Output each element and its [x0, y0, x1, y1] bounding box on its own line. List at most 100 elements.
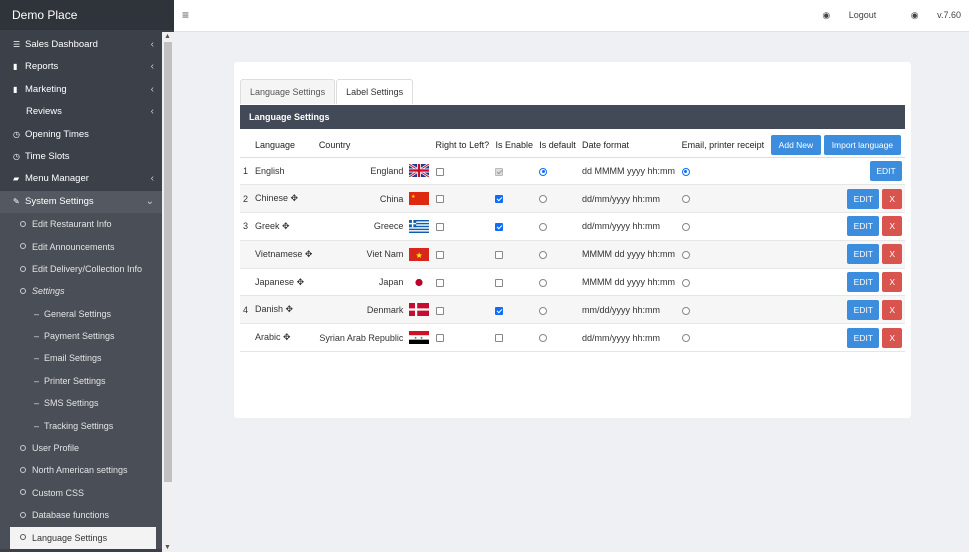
- default-radio[interactable]: [539, 223, 548, 232]
- sidebar-scrollbar[interactable]: ▲ ▼: [162, 32, 174, 552]
- header-rtl: Right to Left?: [432, 133, 493, 158]
- sidebar-subitem-custom-css[interactable]: Custom CSS: [0, 482, 162, 504]
- logout-link[interactable]: ◉ Logout: [806, 10, 876, 20]
- sidebar-subitem-sms-settings[interactable]: – SMS Settings: [0, 392, 162, 414]
- edit-button[interactable]: EDIT: [847, 188, 880, 209]
- delete-button[interactable]: X: [882, 327, 902, 348]
- default-radio[interactable]: [539, 278, 548, 287]
- date-format-cell: dd/mm/yyyy hh:mm: [579, 184, 679, 214]
- edit-button[interactable]: EDIT: [870, 160, 902, 181]
- move-icon[interactable]: ✥: [286, 304, 294, 314]
- country-cell: Greece: [315, 212, 407, 241]
- rtl-checkbox[interactable]: [435, 167, 444, 176]
- edit-button[interactable]: EDIT: [847, 299, 880, 320]
- edit-button[interactable]: EDIT: [847, 272, 880, 293]
- sidebar-subitem-printer-settings[interactable]: – Printer Settings: [0, 370, 162, 392]
- header-country: Country: [315, 133, 407, 158]
- sidebar-item-menu-manager[interactable]: ▰ Menu Manager ‹: [0, 168, 162, 190]
- sidebar-item-reports[interactable]: ▮ Reports ‹: [0, 56, 162, 78]
- rtl-checkbox[interactable]: [435, 250, 444, 259]
- sidebar-subitem-edit-restaurant-info[interactable]: Edit Restaurant Info: [0, 213, 162, 235]
- scroll-down-icon[interactable]: ▼: [164, 544, 171, 551]
- sidebar-subitem-general-settings[interactable]: – General Settings: [0, 303, 162, 325]
- system-settings-submenu: Edit Restaurant Info Edit Announcements …: [0, 213, 162, 549]
- email-receipt-radio[interactable]: [681, 167, 690, 176]
- move-icon[interactable]: ✥: [291, 193, 299, 203]
- flag-cell: ★: [406, 184, 433, 214]
- hamburger-icon[interactable]: ≡: [182, 8, 189, 22]
- move-icon[interactable]: ✥: [283, 332, 291, 342]
- sidebar-item-reviews[interactable]: Reviews ‹: [0, 101, 162, 123]
- sidebar-subitem-payment-settings[interactable]: – Payment Settings: [0, 325, 162, 347]
- sidebar-item-opening-times[interactable]: ◷ Opening Times: [0, 124, 162, 146]
- circle-icon: [20, 265, 26, 272]
- language-name: English: [255, 165, 285, 176]
- delete-button[interactable]: X: [882, 272, 902, 293]
- email-receipt-radio[interactable]: [681, 223, 690, 232]
- row-number: 3: [240, 212, 252, 241]
- enable-checkbox[interactable]: [495, 306, 504, 315]
- sidebar-subitem-settings[interactable]: Settings: [0, 280, 162, 302]
- sidebar-subitem-database-functions[interactable]: Database functions: [0, 504, 162, 526]
- enable-checkbox[interactable]: [495, 334, 504, 343]
- sidebar-item-sales-dashboard[interactable]: ☰ Sales Dashboard ‹: [0, 34, 162, 56]
- sidebar-subitem-user-profile[interactable]: User Profile: [0, 437, 162, 459]
- edit-button[interactable]: EDIT: [847, 244, 880, 265]
- delete-button[interactable]: X: [882, 216, 902, 237]
- sidebar-subitem-tracking-settings[interactable]: – Tracking Settings: [0, 415, 162, 437]
- email-receipt-radio[interactable]: [681, 306, 690, 315]
- edit-button[interactable]: EDIT: [847, 327, 880, 348]
- enable-cell: [492, 323, 537, 353]
- move-icon[interactable]: ✥: [297, 277, 305, 287]
- rtl-checkbox[interactable]: [435, 334, 444, 343]
- email-receipt-radio[interactable]: [681, 195, 690, 204]
- dashboard-icon: ◉: [822, 10, 833, 20]
- default-radio[interactable]: [539, 195, 548, 204]
- email-receipt-radio[interactable]: [681, 250, 690, 259]
- enable-checkbox[interactable]: [495, 223, 504, 232]
- rtl-checkbox[interactable]: [435, 278, 444, 287]
- flag-cell: ★ ★: [406, 323, 433, 353]
- delete-button[interactable]: X: [882, 188, 902, 209]
- delete-button[interactable]: X: [882, 244, 902, 265]
- actions-cell: EDIT X: [767, 323, 905, 353]
- sidebar-subitem-language-settings[interactable]: Language Settings: [10, 526, 156, 549]
- sidebar-item-system-settings[interactable]: ✎ System Settings ⌄: [0, 190, 162, 214]
- sidebar-subitem-email-settings[interactable]: – Email Settings: [0, 347, 162, 369]
- tab-label-settings[interactable]: Label Settings: [336, 79, 414, 104]
- import-language-button[interactable]: Import language: [823, 134, 902, 155]
- sidebar-item-time-slots[interactable]: ◷ Time Slots: [0, 146, 162, 168]
- brand-name[interactable]: Demo Place: [0, 0, 174, 30]
- default-radio[interactable]: [539, 167, 548, 176]
- settings-card: Language Settings Label Settings Language…: [234, 62, 911, 418]
- rtl-checkbox[interactable]: [435, 223, 444, 232]
- email-receipt-radio[interactable]: [681, 334, 690, 343]
- edit-button[interactable]: EDIT: [847, 216, 880, 237]
- sidebar-item-label: Reports: [25, 61, 59, 73]
- date-format-cell: mm/dd/yyyy hh:mm: [579, 295, 679, 325]
- sidebar-item-marketing[interactable]: ▮ Marketing ‹: [0, 79, 162, 101]
- move-icon[interactable]: ✥: [305, 249, 313, 259]
- enable-checkbox[interactable]: [495, 278, 504, 287]
- enable-checkbox[interactable]: [495, 195, 504, 204]
- default-radio[interactable]: [539, 306, 548, 315]
- scroll-up-icon[interactable]: ▲: [164, 33, 171, 40]
- default-radio[interactable]: [539, 334, 548, 343]
- sidebar-subitem-edit-delivery-info[interactable]: Edit Delivery/Collection Info: [0, 258, 162, 280]
- tab-language-settings[interactable]: Language Settings: [240, 79, 336, 104]
- scrollbar-thumb[interactable]: [164, 42, 172, 482]
- rtl-checkbox[interactable]: [435, 195, 444, 204]
- default-radio[interactable]: [539, 250, 548, 259]
- sidebar-subitem-edit-announcements[interactable]: Edit Announcements: [0, 236, 162, 258]
- delete-button[interactable]: X: [882, 299, 902, 320]
- rtl-checkbox[interactable]: [435, 306, 444, 315]
- header-email-receipt: Email, printer receipt: [678, 133, 768, 158]
- enable-checkbox[interactable]: [495, 250, 504, 259]
- circle-icon: [20, 287, 26, 294]
- sidebar-subitem-north-american-settings[interactable]: North American settings: [0, 459, 162, 481]
- flag-cell: [406, 295, 433, 325]
- table-header-row: Language Country Right to Left? Is Enabl…: [240, 133, 905, 158]
- email-receipt-radio[interactable]: [681, 278, 690, 287]
- add-new-button[interactable]: Add New: [770, 134, 822, 155]
- move-icon[interactable]: ✥: [282, 221, 290, 231]
